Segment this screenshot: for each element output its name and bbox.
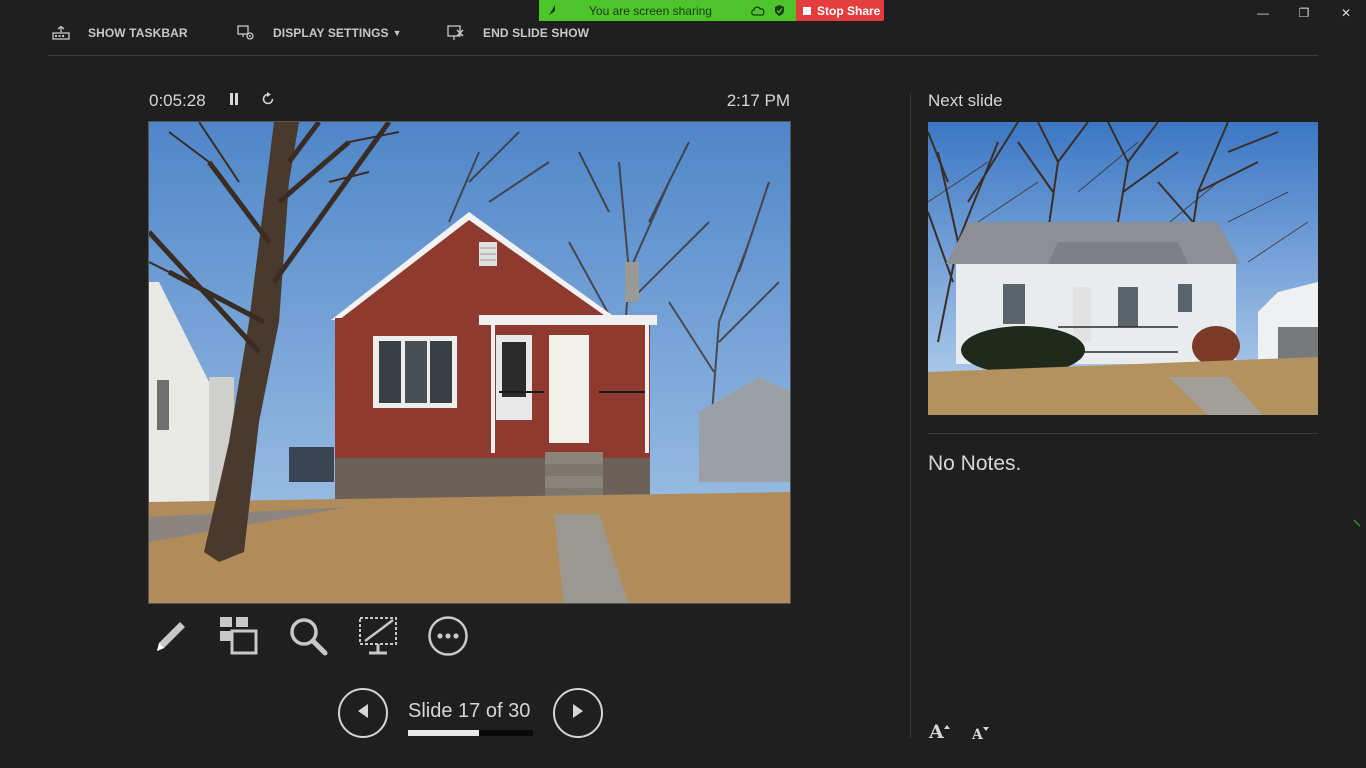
previous-slide-button[interactable] <box>338 688 388 738</box>
pause-icon <box>228 92 240 111</box>
sharing-status[interactable]: You are screen sharing <box>539 0 796 21</box>
font-increase-icon: A <box>929 723 950 742</box>
show-taskbar-label: SHOW TASKBAR <box>88 26 188 40</box>
toolbar-divider <box>48 55 1318 56</box>
restart-timer-button[interactable] <box>258 91 278 111</box>
pause-timer-button[interactable] <box>224 91 244 111</box>
triangle-right-icon <box>571 703 585 724</box>
chevron-down-icon: ▼ <box>392 28 402 38</box>
shield-icon <box>774 4 785 20</box>
close-button[interactable]: ✕ <box>1331 4 1361 22</box>
increase-font-size-button[interactable]: A <box>929 720 951 742</box>
restore-icon: ❐ <box>1298 6 1310 20</box>
black-screen-button[interactable] <box>356 616 400 660</box>
display-settings-icon <box>237 25 255 41</box>
stop-icon <box>803 6 811 15</box>
pane-divider[interactable] <box>910 93 911 738</box>
stop-share-button[interactable]: Stop Share <box>796 0 884 21</box>
restore-button[interactable]: ❐ <box>1289 4 1319 22</box>
show-taskbar-button[interactable]: SHOW TASKBAR <box>52 22 188 44</box>
taskbar-icon <box>52 26 70 40</box>
slide-progress-bar <box>408 730 533 736</box>
pen-tool-button[interactable] <box>148 616 192 660</box>
house-photo-icon <box>149 122 790 603</box>
current-slide[interactable] <box>148 121 791 604</box>
font-decrease-icon: A <box>972 724 989 742</box>
see-all-slides-icon <box>217 615 259 662</box>
slide-progress-fill <box>408 730 479 736</box>
current-time: 2:17 PM <box>726 91 790 110</box>
more-options-icon <box>427 615 469 662</box>
display-settings-label: DISPLAY SETTINGS <box>273 26 389 40</box>
restart-icon <box>261 91 275 111</box>
end-slide-show-button[interactable]: END SLIDE SHOW <box>447 22 589 44</box>
drag-handle-icon <box>547 4 557 19</box>
see-all-slides-button[interactable] <box>216 616 260 660</box>
minimize-button[interactable]: — <box>1248 4 1278 22</box>
zoom-icon <box>287 615 329 662</box>
increase-font-letter: A <box>929 721 944 743</box>
notes-divider <box>928 433 1318 434</box>
cursor-mark-icon <box>1353 519 1361 527</box>
end-show-icon <box>447 25 465 41</box>
decrease-font-size-button[interactable]: A <box>972 720 994 742</box>
sharing-status-text: You are screen sharing <box>589 4 712 18</box>
screen-share-bar: You are screen sharing Stop Share <box>539 0 884 21</box>
slide-counter[interactable]: Slide 17 of 30 <box>408 700 530 723</box>
black-screen-icon <box>357 615 399 662</box>
more-options-button[interactable] <box>426 615 470 662</box>
pen-tool-icon <box>149 615 191 662</box>
speaker-notes[interactable]: No Notes. <box>928 452 1021 476</box>
stop-share-label: Stop Share <box>817 3 881 18</box>
cloud-icon <box>750 5 766 19</box>
next-slide-label: Next slide <box>928 91 1003 110</box>
display-settings-button[interactable]: DISPLAY SETTINGS ▼ <box>237 22 402 44</box>
decrease-font-letter: A <box>972 727 983 743</box>
close-icon: ✕ <box>1340 6 1352 20</box>
zoom-button[interactable] <box>286 616 330 660</box>
elapsed-timer: 0:05:28 <box>149 91 206 110</box>
next-slide-button[interactable] <box>553 688 603 738</box>
end-slide-show-label: END SLIDE SHOW <box>483 26 590 40</box>
triangle-left-icon <box>356 703 370 724</box>
minimize-icon: — <box>1257 6 1269 20</box>
house-photo-icon <box>928 122 1318 415</box>
next-slide-preview[interactable] <box>928 122 1318 415</box>
